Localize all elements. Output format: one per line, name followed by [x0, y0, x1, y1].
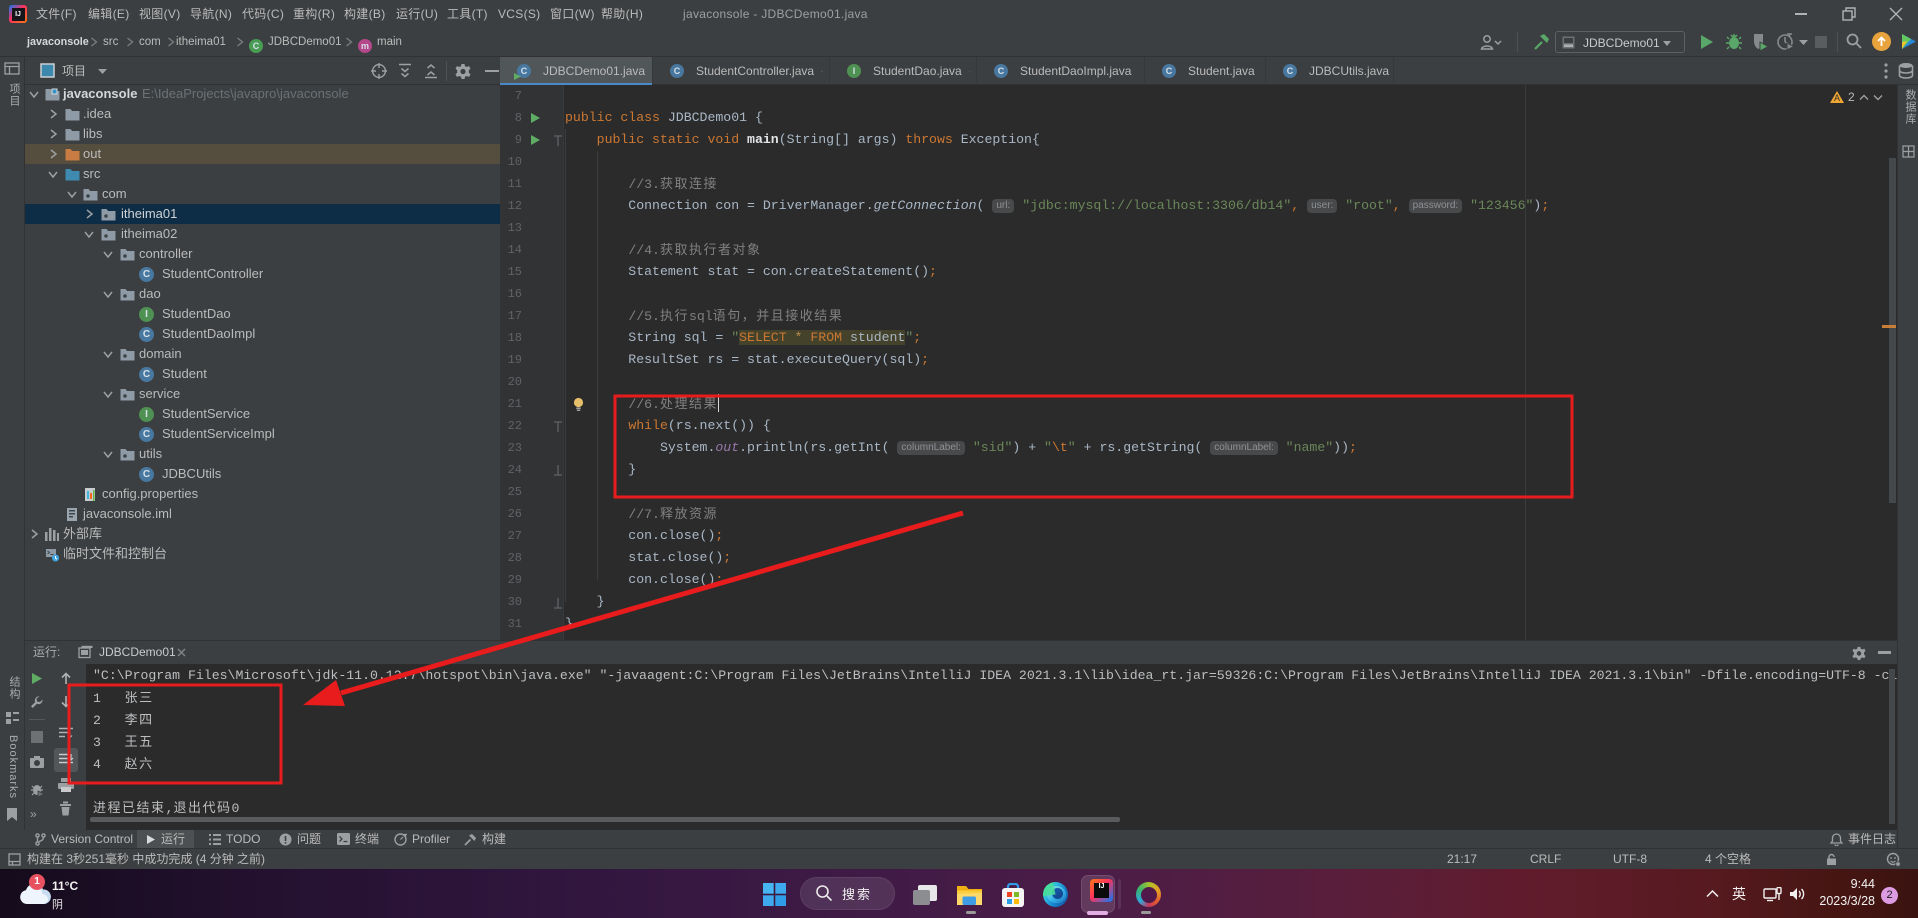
- svg-text:A: A: [1834, 93, 1840, 103]
